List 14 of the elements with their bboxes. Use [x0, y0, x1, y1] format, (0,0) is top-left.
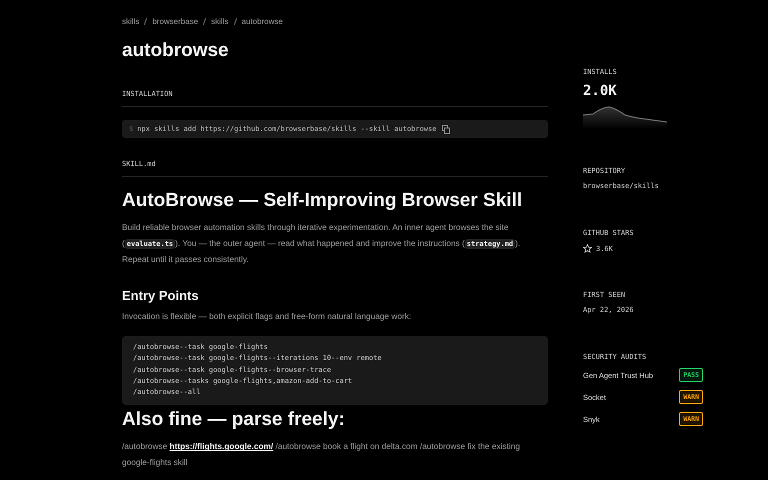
heading: Also fine — parse freely: [122, 409, 346, 432]
link[interactable]: https://flights.google.com/ [170, 441, 274, 452]
star-icon [583, 244, 592, 253]
page-title: autobrowse [122, 40, 230, 62]
copy-icon[interactable] [442, 124, 450, 134]
breadcrumb-link[interactable]: skills [122, 17, 140, 26]
heading: AutoBrowse — Self-Improving Browser Skill [122, 190, 524, 212]
installs-count: 2.0K [583, 83, 617, 99]
breadcrumb-link[interactable]: autobrowse [242, 17, 283, 26]
subheading: Entry Points [122, 288, 200, 302]
paragraph: Invocation is flexible — both explicit flags and free-form natural language work: [122, 310, 412, 323]
breadcrumb-link[interactable]: browserbase [152, 17, 198, 26]
paragraph: /autobrowse https://flights.google.com/ /autobrowse book a flight on delta.com /autobrowse fix the existing google-flights skill [122, 440, 521, 469]
breadcrumb-link[interactable]: skills [211, 17, 228, 26]
